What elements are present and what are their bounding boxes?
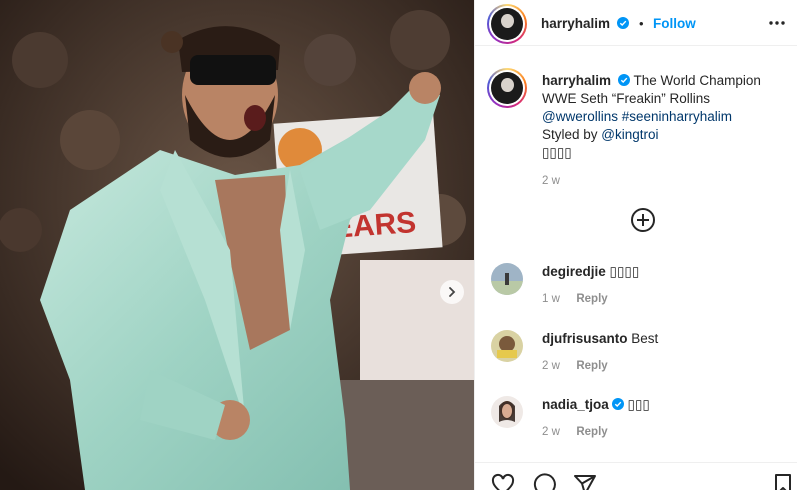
next-media-button[interactable]	[440, 280, 464, 304]
more-options-icon[interactable]	[768, 14, 786, 32]
comment-username[interactable]: nadia_tjoa	[542, 397, 609, 412]
comment-meta: 2 w Reply	[542, 356, 608, 374]
separator-dot: •	[638, 16, 644, 31]
comment-text: nadia_tjoa ▯▯▯	[542, 396, 650, 414]
author-avatar[interactable]	[487, 4, 527, 44]
post-header: harryhalim • Follow	[475, 0, 797, 46]
comment-time[interactable]: 1 w	[542, 293, 560, 305]
reply-button[interactable]: Reply	[576, 293, 607, 305]
caption-mentions-link[interactable]: @wwerollins #seeninharryhalim	[542, 109, 732, 124]
share-icon[interactable]	[573, 473, 597, 490]
comment-text: djufrisusanto Best	[542, 330, 658, 348]
caption-styled-mention[interactable]: @kingtroi	[601, 127, 658, 142]
caption-time[interactable]: 2 w	[542, 172, 782, 190]
post-action-bar	[475, 462, 797, 490]
commenter-avatar[interactable]	[491, 396, 523, 428]
post-image[interactable]: EARS	[0, 0, 474, 490]
caption-text: harryhalim The World Champion WWE Seth “…	[542, 72, 782, 190]
follow-button[interactable]: Follow	[653, 16, 696, 31]
comment-body: ▯▯▯	[627, 397, 650, 412]
caption-username[interactable]: harryhalim	[542, 73, 611, 88]
reply-button[interactable]: Reply	[576, 360, 607, 372]
comment-icon[interactable]	[533, 473, 557, 490]
caption-styled-prefix: Styled by	[542, 127, 602, 142]
reply-button[interactable]: Reply	[576, 426, 607, 438]
comment-time[interactable]: 2 w	[542, 426, 560, 438]
commenter-avatar[interactable]	[491, 330, 523, 362]
caption-author-avatar[interactable]	[487, 68, 527, 108]
add-circle-icon[interactable]	[630, 207, 656, 233]
caption-emoji-line: ▯▯▯▯	[542, 145, 572, 160]
header-line: harryhalim • Follow	[541, 15, 696, 33]
comment-username[interactable]: degiredjie	[542, 264, 606, 279]
comment-username[interactable]: djufrisusanto	[542, 331, 628, 346]
post-side-panel: harryhalim • Follow harryhalim The World…	[474, 0, 797, 490]
chevron-right-icon	[449, 287, 456, 297]
verified-badge-icon	[611, 398, 624, 410]
post-photo-illustration: EARS	[0, 0, 474, 490]
commenter-avatar[interactable]	[491, 263, 523, 295]
author-username[interactable]: harryhalim	[541, 16, 610, 31]
verified-badge-icon	[618, 74, 631, 86]
comment-item: djufrisusanto Best 2 w Reply	[487, 330, 787, 372]
comment-item: degiredjie ▯▯▯▯ 1 w Reply	[487, 263, 787, 305]
comment-meta: 1 w Reply	[542, 289, 608, 307]
verified-badge-icon	[617, 17, 630, 29]
comment-body: Best	[631, 331, 659, 346]
comment-body: ▯▯▯▯	[609, 264, 640, 279]
comment-text: degiredjie ▯▯▯▯	[542, 263, 639, 281]
comment-item: nadia_tjoa ▯▯▯ 2 w Reply	[487, 396, 787, 438]
comment-meta: 2 w Reply	[542, 422, 608, 440]
heart-icon[interactable]	[491, 473, 515, 490]
bookmark-icon[interactable]	[771, 473, 795, 490]
comment-time[interactable]: 2 w	[542, 360, 560, 372]
